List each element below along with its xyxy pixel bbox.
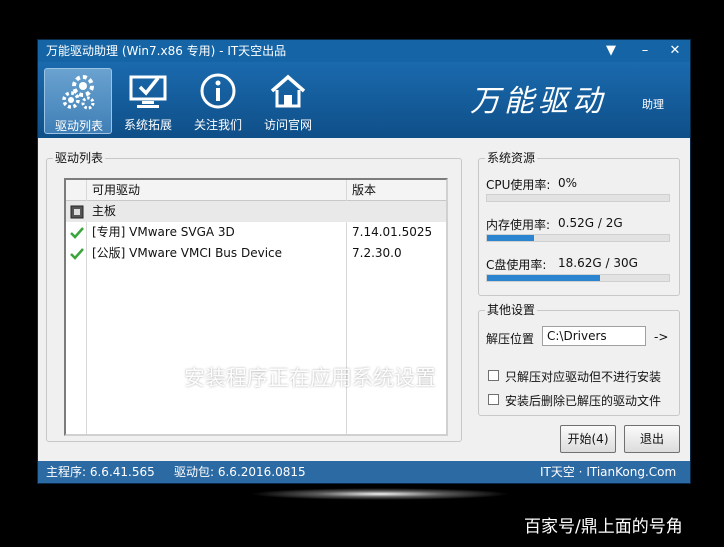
disk-label: C盘使用率: (486, 258, 547, 272)
header-toolbar: 驱动列表 系统拓展 关注我们 访问官网 万能驱动 助理 (38, 62, 690, 138)
check-icon (70, 227, 84, 239)
info-icon (200, 73, 236, 109)
nav-label: 系统拓展 (123, 118, 172, 132)
delete-after-install-checkbox[interactable] (488, 394, 499, 405)
driver-package-version: 驱动包: 6.6.2016.0815 (174, 465, 306, 479)
cpu-label: CPU使用率: (486, 178, 551, 192)
nav-official-site[interactable]: 访问官网 (254, 68, 322, 134)
delete-after-install-label: 安装后删除已解压的驱动文件 (505, 394, 662, 408)
brand-logo-text: 万能驱动 (470, 84, 606, 119)
nav-label: 访问官网 (263, 118, 312, 132)
memory-usage-fill (487, 235, 535, 241)
driver-version: 7.2.30.0 (352, 246, 402, 260)
check-icon (70, 248, 84, 260)
title-bar: 万能驱动助理 (Win7.x86 专用) - IT天空出品 ▼ – ✕ (38, 40, 690, 62)
start-button[interactable]: 开始(4) (560, 425, 616, 453)
cpu-usage-bar (486, 194, 670, 202)
motherboard-icon (70, 205, 84, 219)
cpu-value: 0% (558, 176, 578, 190)
disk-value: 18.62G / 30G (558, 256, 638, 270)
installing-overlay-text: 安装程序正在应用系统设置 (184, 366, 436, 390)
nav-system-extend[interactable]: 系统拓展 (114, 68, 182, 134)
group-title: 系统资源 (485, 151, 538, 165)
extract-path-input[interactable]: C:\Drivers (542, 326, 646, 346)
driver-version: 7.14.01.5025 (352, 225, 433, 239)
brand-sub-text: 助理 (642, 98, 664, 111)
menu-dropdown-icon[interactable]: ▼ (602, 40, 620, 62)
table-row[interactable]: [专用] VMware SVGA 3D 7.14.01.5025 (66, 222, 446, 243)
memory-label: 内存使用率: (486, 218, 551, 232)
memory-usage-bar (486, 234, 670, 242)
driver-name: [公版] VMware VMCI Bus Device (92, 246, 283, 260)
status-bar: 主程序: 6.6.41.565 驱动包: 6.6.2016.0815 IT天空 … (38, 461, 690, 483)
main-program-version: 主程序: 6.6.41.565 (46, 465, 155, 479)
driver-name: [专用] VMware SVGA 3D (92, 225, 235, 239)
monitor-check-icon (129, 75, 167, 108)
minimize-button[interactable]: – (636, 40, 654, 62)
main-window: 万能驱动助理 (Win7.x86 专用) - IT天空出品 ▼ – ✕ 驱动列表… (38, 40, 690, 483)
column-header-name[interactable]: 可用驱动 (92, 180, 140, 200)
extract-location-label: 解压位置 (486, 332, 535, 346)
driver-name: 主板 (92, 204, 117, 218)
close-button[interactable]: ✕ (666, 40, 684, 62)
memory-value: 0.52G / 2G (558, 216, 623, 230)
disk-usage-bar (486, 274, 670, 282)
disk-usage-fill (487, 275, 600, 281)
column-header-version[interactable]: 版本 (352, 180, 376, 200)
exit-button[interactable]: 退出 (624, 425, 680, 453)
driver-listview[interactable]: 可用驱动 版本 主板 [专用] VMware SVGA 3D 7.14.01.5… (64, 178, 448, 436)
window-title: 万能驱动助理 (Win7.x86 专用) - IT天空出品 (46, 44, 287, 58)
table-row[interactable]: [公版] VMware VMCI Bus Device 7.2.30.0 (66, 243, 446, 264)
nav-follow-us[interactable]: 关注我们 (184, 68, 252, 134)
nav-label: 关注我们 (193, 118, 242, 132)
table-row-category[interactable]: 主板 (66, 201, 446, 222)
nav-driver-list[interactable]: 驱动列表 (44, 68, 112, 134)
browse-button[interactable]: -> (654, 330, 668, 344)
watermark-text: 百家号/鼎上面的号角 (524, 517, 683, 537)
group-title: 其他设置 (485, 303, 538, 317)
listview-header: 可用驱动 版本 (66, 180, 446, 201)
gears-icon (62, 75, 95, 110)
light-glow (250, 488, 510, 500)
extract-only-checkbox[interactable] (488, 370, 499, 381)
home-icon (270, 74, 306, 108)
nav-label: 驱动列表 (54, 119, 103, 133)
site-link[interactable]: IT天空 · ITianKong.Com (540, 461, 676, 483)
extract-only-label: 只解压对应驱动但不进行安装 (505, 370, 662, 384)
group-title: 驱动列表 (53, 151, 106, 165)
